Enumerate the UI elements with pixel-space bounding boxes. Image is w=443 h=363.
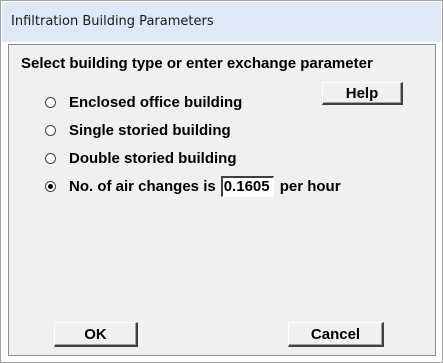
radio-option-air-changes[interactable]: No. of air changes is per hour [45, 175, 341, 197]
dialog-client-area: Select building type or enter exchange p… [8, 44, 436, 356]
radio-label-suffix: per hour [279, 177, 341, 195]
air-changes-input[interactable] [220, 175, 274, 197]
radio-option-single-storied[interactable]: Single storied building [45, 120, 231, 140]
radio-option-enclosed-office[interactable]: Enclosed office building [45, 92, 242, 112]
help-button[interactable]: Help [322, 82, 403, 105]
cancel-button[interactable]: Cancel [288, 322, 384, 347]
window-title: Infiltration Building Parameters [11, 14, 214, 29]
radio-label: Double storied building [69, 149, 237, 167]
prompt-text: Select building type or enter exchange p… [21, 55, 373, 72]
radio-label: Single storied building [69, 121, 231, 139]
radio-button-icon[interactable] [45, 124, 56, 136]
radio-label-prefix: No. of air changes is [69, 177, 216, 195]
infiltration-dialog: Infiltration Building Parameters Select … [0, 0, 443, 363]
radio-button-selected-icon[interactable] [45, 180, 56, 192]
title-bar[interactable]: Infiltration Building Parameters [2, 2, 441, 42]
ok-button[interactable]: OK [54, 322, 138, 347]
radio-button-icon[interactable] [45, 96, 56, 108]
radio-button-icon[interactable] [45, 152, 56, 164]
radio-label: Enclosed office building [69, 93, 243, 111]
radio-option-double-storied[interactable]: Double storied building [45, 148, 237, 168]
